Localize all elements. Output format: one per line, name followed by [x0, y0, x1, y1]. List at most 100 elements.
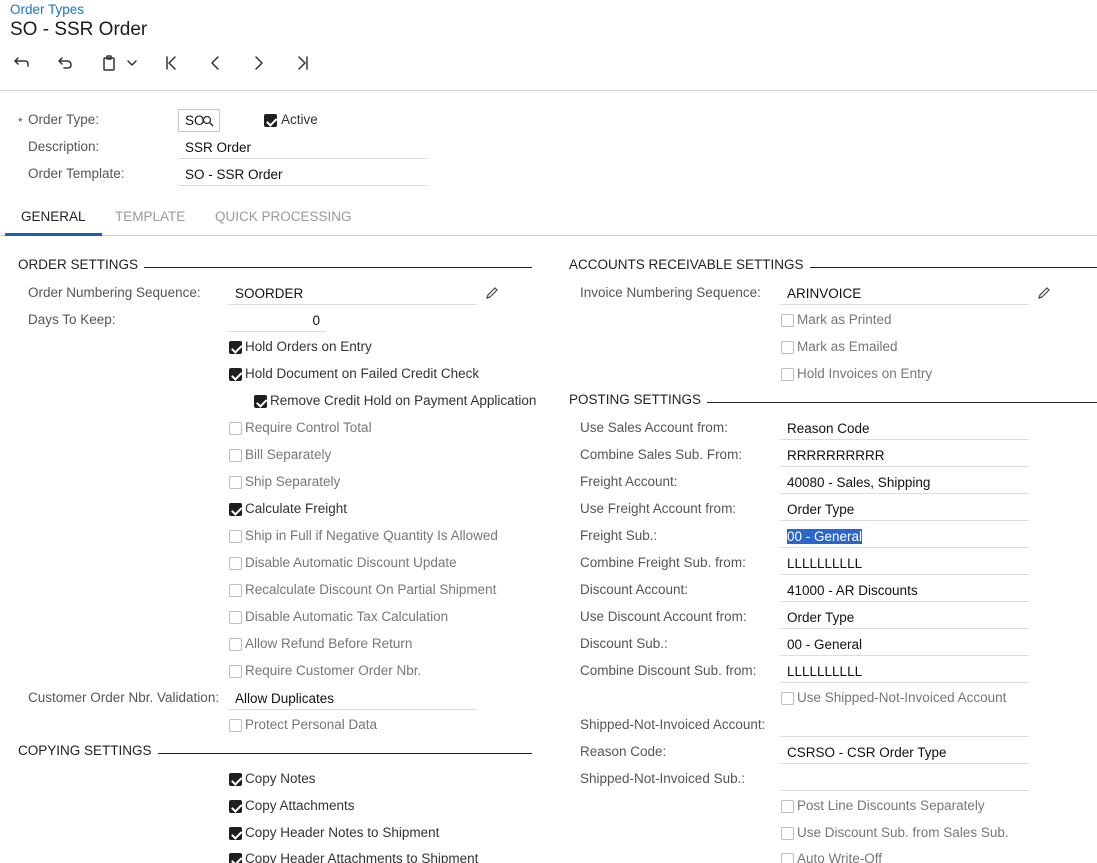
post-line-discounts-checkbox[interactable] [781, 800, 794, 813]
recalculate-discount-label: Recalculate Discount On Partial Shipment [245, 582, 497, 597]
sni-sub-label: Shipped-Not-Invoiced Sub.: [580, 771, 746, 786]
description-label: Description: [28, 139, 100, 154]
use-freight-account-select[interactable]: Order Type [780, 498, 1029, 521]
days-to-keep-label: Days To Keep: [28, 312, 116, 327]
undo-arrow-icon[interactable] [10, 52, 32, 74]
require-customer-order-checkbox[interactable] [229, 665, 242, 678]
active-label: Active [281, 112, 318, 127]
ship-separately-label: Ship Separately [245, 474, 341, 489]
ship-in-full-checkbox[interactable] [229, 530, 242, 543]
hold-failed-credit-checkbox[interactable] [229, 368, 242, 381]
use-sni-account-checkbox[interactable] [781, 692, 794, 705]
bill-separately-checkbox[interactable] [229, 449, 242, 462]
copy-header-notes-checkbox[interactable] [229, 827, 242, 840]
next-record-icon[interactable] [248, 52, 270, 74]
toolbar [0, 52, 400, 76]
tab-general[interactable]: GENERAL [5, 200, 102, 236]
disable-discount-update-label: Disable Automatic Discount Update [245, 555, 457, 570]
freight-sub-field[interactable]: 00 - General [780, 525, 1029, 548]
hold-invoices-checkbox[interactable] [781, 368, 794, 381]
protect-personal-data-label: Protect Personal Data [245, 717, 378, 732]
order-template-label: Order Template: [28, 166, 125, 181]
first-record-icon[interactable] [160, 52, 182, 74]
invoice-numbering-field[interactable]: ARINVOICE [780, 282, 1029, 305]
pencil-icon[interactable] [485, 286, 499, 300]
days-to-keep-field[interactable]: 0 [228, 309, 326, 332]
bill-separately-label: Bill Separately [245, 447, 332, 462]
auto-write-off-checkbox[interactable] [781, 853, 794, 863]
breadcrumb-order-types[interactable]: Order Types [10, 2, 84, 17]
ar-settings-title: ACCOUNTS RECEIVABLE SETTINGS [569, 257, 810, 272]
protect-personal-data-checkbox[interactable] [229, 719, 242, 732]
sni-account-label: Shipped-Not-Invoiced Account: [580, 717, 766, 732]
copy-header-attachments-checkbox[interactable] [229, 853, 242, 863]
require-control-total-checkbox[interactable] [229, 422, 242, 435]
mark-as-printed-checkbox[interactable] [781, 314, 794, 327]
copy-notes-label: Copy Notes [245, 771, 316, 786]
description-field[interactable]: SSR Order [178, 136, 427, 159]
ship-separately-checkbox[interactable] [229, 476, 242, 489]
hold-orders-checkbox[interactable] [229, 341, 242, 354]
combine-discount-sub-field[interactable]: LLLLLLLLLL [780, 660, 1029, 683]
freight-sub-label: Freight Sub.: [580, 528, 658, 543]
discount-account-field[interactable]: 41000 - AR Discounts [780, 579, 1029, 602]
recalculate-discount-checkbox[interactable] [229, 584, 242, 597]
prev-record-icon[interactable] [204, 52, 226, 74]
copy-header-attachments-label: Copy Header Attachments to Shipment [245, 851, 479, 863]
clipboard-icon[interactable] [98, 52, 120, 74]
copy-attachments-checkbox[interactable] [229, 800, 242, 813]
use-sni-account-label: Use Shipped-Not-Invoiced Account [797, 690, 1007, 705]
disable-tax-calculation-checkbox[interactable] [229, 611, 242, 624]
customer-order-validation-select[interactable]: Allow Duplicates [228, 687, 477, 710]
order-numbering-label: Order Numbering Sequence: [28, 285, 201, 300]
undo-icon[interactable] [54, 52, 76, 74]
freight-sub-value: 00 - General [787, 529, 863, 544]
active-checkbox[interactable] [264, 114, 277, 127]
posting-settings-title: POSTING SETTINGS [569, 392, 708, 407]
sni-account-field[interactable] [780, 714, 1029, 737]
use-discount-sub-checkbox[interactable] [781, 827, 794, 840]
customer-order-validation-label: Customer Order Nbr. Validation: [28, 690, 220, 705]
combine-sales-sub-field[interactable]: RRRRRRRRRR [780, 444, 1029, 467]
discount-sub-field[interactable]: 00 - General [780, 633, 1029, 656]
disable-tax-calculation-label: Disable Automatic Tax Calculation [245, 609, 449, 624]
hold-failed-credit-label: Hold Document on Failed Credit Check [245, 366, 480, 381]
copy-notes-checkbox[interactable] [229, 773, 242, 786]
require-customer-order-label: Require Customer Order Nbr. [245, 663, 422, 678]
freight-account-field[interactable]: 40080 - Sales, Shipping [780, 471, 1029, 494]
invoice-numbering-label: Invoice Numbering Sequence: [580, 285, 761, 300]
pencil-icon[interactable] [1037, 286, 1051, 300]
discount-account-label: Discount Account: [580, 582, 689, 597]
calculate-freight-checkbox[interactable] [229, 503, 242, 516]
mark-as-emailed-label: Mark as Emailed [797, 339, 898, 354]
copy-attachments-label: Copy Attachments [245, 798, 355, 813]
order-numbering-field[interactable]: SOORDER [228, 282, 477, 305]
discount-sub-label: Discount Sub.: [580, 636, 668, 651]
order-type-input[interactable]: SO [178, 109, 220, 132]
require-control-total-label: Require Control Total [245, 420, 372, 435]
use-sales-account-select[interactable]: Reason Code [780, 417, 1029, 440]
use-discount-account-select[interactable]: Order Type [780, 606, 1029, 629]
sni-sub-field[interactable] [780, 768, 1029, 791]
order-settings-title: ORDER SETTINGS [18, 257, 145, 272]
reason-code-field[interactable]: CSRSO - CSR Order Type [780, 741, 1029, 764]
ship-in-full-label: Ship in Full if Negative Quantity Is All… [245, 528, 498, 543]
mark-as-printed-label: Mark as Printed [797, 312, 892, 327]
disable-discount-update-checkbox[interactable] [229, 557, 242, 570]
order-type-label: Order Type: [28, 112, 100, 127]
remove-credit-hold-checkbox[interactable] [254, 395, 267, 408]
last-record-icon[interactable] [292, 52, 314, 74]
use-discount-account-label: Use Discount Account from: [580, 609, 747, 624]
combine-freight-sub-field[interactable]: LLLLLLLLLL [780, 552, 1029, 575]
combine-discount-sub-label: Combine Discount Sub. from: [580, 663, 757, 678]
mark-as-emailed-checkbox[interactable] [781, 341, 794, 354]
tab-quick-processing[interactable]: QUICK PROCESSING [215, 200, 352, 236]
order-template-field[interactable]: SO - SSR Order [178, 163, 427, 186]
chevron-down-icon[interactable] [124, 52, 140, 74]
combine-sales-sub-label: Combine Sales Sub. From: [580, 447, 743, 462]
tab-template[interactable]: TEMPLATE [115, 200, 185, 236]
search-icon[interactable] [202, 115, 214, 127]
allow-refund-checkbox[interactable] [229, 638, 242, 651]
auto-write-off-label: Auto Write-Off [797, 851, 883, 863]
use-freight-account-label: Use Freight Account from: [580, 501, 737, 516]
